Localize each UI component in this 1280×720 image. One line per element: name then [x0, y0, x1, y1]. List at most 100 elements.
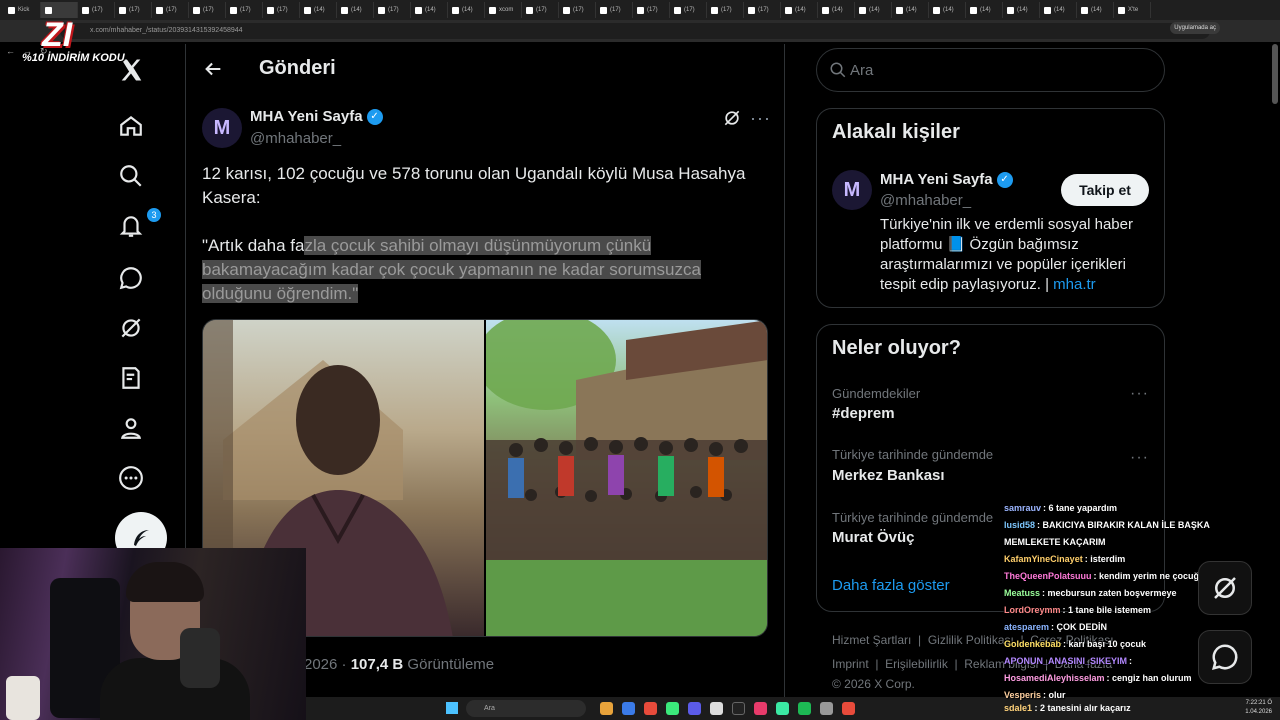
browser-tab[interactable]: (17): [152, 2, 189, 18]
chat-user[interactable]: Goldenkebab: [1004, 639, 1061, 649]
media-photo-family[interactable]: [486, 320, 767, 636]
browser-tab[interactable]: (17): [374, 2, 411, 18]
taskbar-app-icon[interactable]: [842, 702, 855, 715]
tab-favicon-icon: [933, 6, 940, 14]
browser-tab[interactable]: (17): [522, 2, 559, 18]
browser-tab[interactable]: (17): [744, 2, 781, 18]
trend-item[interactable]: #deprem: [832, 405, 895, 422]
taskbar-app-icon[interactable]: [754, 702, 767, 715]
tab-favicon-icon: [378, 6, 385, 14]
browser-tab[interactable]: (14): [448, 2, 485, 18]
more-options-icon[interactable]: [117, 464, 145, 492]
stats-separator: ·: [337, 656, 351, 673]
tab-label: (17): [647, 7, 658, 13]
page-scrollbar[interactable]: [1272, 44, 1278, 104]
browser-tab[interactable]: (14): [337, 2, 374, 18]
chat-user[interactable]: APONUN_ANASINI_SIKEYIM: [1004, 656, 1127, 666]
chat-separator: :: [1129, 656, 1133, 666]
taskbar-app-icon[interactable]: [600, 702, 613, 715]
taskbar-search[interactable]: Ara: [466, 700, 586, 717]
trend-more-icon[interactable]: ···: [1130, 385, 1149, 403]
browser-tab[interactable]: (17): [633, 2, 670, 18]
browser-tab[interactable]: (14): [966, 2, 1003, 18]
tab-label: (17): [277, 7, 288, 13]
browser-tab[interactable]: (14): [1040, 2, 1077, 18]
footer-link[interactable]: Erişilebilirlik: [885, 657, 948, 671]
taskbar-clock[interactable]: 7:22:21 Ö 1.04.2026: [1245, 699, 1272, 717]
chat-text: karı başı 10 çocuk: [1068, 639, 1147, 649]
related-name[interactable]: MHA Yeni Sayfa ✓: [880, 171, 1013, 188]
back-arrow-icon[interactable]: [202, 58, 226, 82]
chat-message: lusid58: BAKICIYA BIRAKIR KALAN İLE BAŞK…: [1004, 517, 1234, 551]
taskbar-app-icon[interactable]: [732, 702, 745, 715]
browser-tab[interactable]: (14): [1077, 2, 1114, 18]
author-name[interactable]: MHA Yeni Sayfa ✓: [250, 108, 383, 125]
bio-link[interactable]: mha.tr: [1053, 276, 1096, 293]
browser-tab[interactable]: (14): [818, 2, 855, 18]
footer-link[interactable]: Hizmet Şartları: [832, 633, 911, 647]
messages-icon[interactable]: [117, 264, 145, 292]
taskbar-app-icon[interactable]: [710, 702, 723, 715]
follow-button[interactable]: Takip et: [1061, 174, 1149, 206]
related-avatar[interactable]: M: [832, 170, 872, 210]
trend-item[interactable]: Merkez Bankası: [832, 467, 945, 484]
taskbar-app-icon[interactable]: [776, 702, 789, 715]
author-avatar[interactable]: M: [202, 108, 242, 148]
browser-tab[interactable]: (17): [596, 2, 633, 18]
chat-user[interactable]: LordOreymm: [1004, 605, 1061, 615]
browser-tab[interactable]: (17): [707, 2, 744, 18]
more-menu-icon[interactable]: ···: [750, 108, 771, 129]
trend-item[interactable]: Murat Övüç: [832, 529, 915, 546]
browser-tab[interactable]: (14): [300, 2, 337, 18]
taskbar-app-icon[interactable]: [798, 702, 811, 715]
taskbar-app-icon[interactable]: [688, 702, 701, 715]
browser-tab[interactable]: (14): [892, 2, 929, 18]
browser-tab[interactable]: (14): [1003, 2, 1040, 18]
chat-user[interactable]: atesparem: [1004, 622, 1049, 632]
chat-user[interactable]: Meatuss: [1004, 588, 1040, 598]
taskbar-app-icon[interactable]: [644, 702, 657, 715]
related-handle[interactable]: @mhahaber_: [880, 192, 971, 209]
lists-icon[interactable]: [117, 364, 145, 392]
footer-link[interactable]: Imprint: [832, 657, 869, 671]
taskbar-app-icon[interactable]: [666, 702, 679, 715]
taskbar-app-icon[interactable]: [820, 702, 833, 715]
tab-favicon-icon: [45, 6, 52, 14]
author-handle[interactable]: @mhahaber_: [250, 130, 341, 147]
browser-tab[interactable]: (17): [189, 2, 226, 18]
chat-user[interactable]: Vesperis: [1004, 690, 1041, 700]
browser-tab[interactable]: (17): [670, 2, 707, 18]
grok-explain-icon[interactable]: [722, 108, 742, 128]
address-bar[interactable]: x.com/mhahaber_/status/20393143153924589…: [60, 23, 1210, 39]
chat-user[interactable]: KafamYineCinayet: [1004, 554, 1083, 564]
show-more-link[interactable]: Daha fazla göster: [832, 577, 950, 594]
trend-more-icon[interactable]: ···: [1130, 449, 1149, 467]
grok-icon[interactable]: [117, 314, 145, 342]
open-in-app-pill[interactable]: Uygulamada aç: [1170, 22, 1220, 34]
chat-user[interactable]: TheQueenPolatsuuu: [1004, 571, 1092, 581]
browser-toolbar: ←→↻ x.com/mhahaber_/status/2039314315392…: [0, 20, 1280, 56]
chat-user[interactable]: HosamediAleyhisselam: [1004, 673, 1105, 683]
messages-overlay-button[interactable]: [1198, 630, 1252, 684]
chat-user[interactable]: lusid58: [1004, 520, 1035, 530]
browser-tab[interactable]: (17): [226, 2, 263, 18]
trends-title: Neler oluyor?: [832, 337, 961, 359]
search-icon[interactable]: [117, 162, 145, 190]
browser-tab[interactable]: (14): [855, 2, 892, 18]
browser-tab[interactable]: X'te: [1114, 2, 1151, 18]
taskbar-app-icon[interactable]: [622, 702, 635, 715]
browser-tab[interactable]: (14): [781, 2, 818, 18]
search-box[interactable]: Ara: [816, 48, 1165, 92]
windows-start-icon[interactable]: [446, 702, 458, 714]
notifications-icon[interactable]: 3: [117, 208, 161, 240]
browser-tab[interactable]: xcom: [485, 2, 522, 18]
footer-link[interactable]: Gizlilik Politikası: [928, 633, 1014, 647]
browser-tab[interactable]: (17): [263, 2, 300, 18]
browser-tab[interactable]: (14): [411, 2, 448, 18]
browser-tab[interactable]: (17): [559, 2, 596, 18]
profile-icon[interactable]: [117, 414, 145, 442]
grok-overlay-button[interactable]: [1198, 561, 1252, 615]
home-icon[interactable]: [117, 112, 145, 140]
chat-user[interactable]: samrauv: [1004, 503, 1041, 513]
browser-tab[interactable]: (14): [929, 2, 966, 18]
